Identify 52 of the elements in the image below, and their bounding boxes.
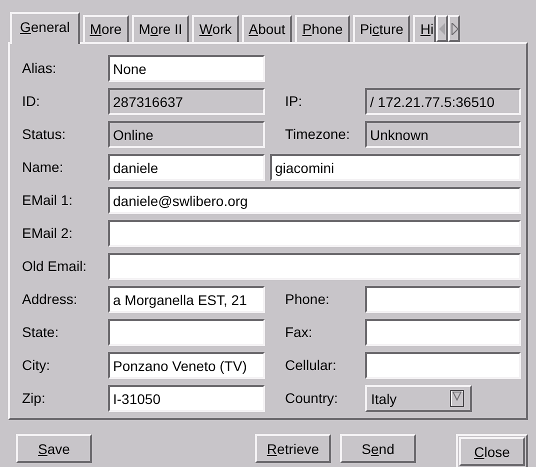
field-label: Name: (22, 158, 64, 177)
input-field[interactable] (108, 319, 265, 346)
tab[interactable]: Hi (413, 15, 436, 42)
field-label: Old Email: (22, 257, 88, 276)
country-dropdown[interactable]: Italy (365, 385, 472, 412)
dialog-button[interactable]: Save (16, 434, 92, 463)
tab[interactable]: More (82, 15, 129, 42)
input-field[interactable]: Online (108, 121, 265, 148)
input-field[interactable] (365, 286, 521, 313)
tab[interactable]: About (242, 15, 292, 42)
field-label: Alias: (22, 59, 58, 78)
dropdown-arrow-icon (452, 391, 462, 401)
field-label: State: (22, 323, 60, 342)
tab[interactable]: More II (132, 15, 190, 42)
field-label: Address: (22, 290, 78, 309)
left-arrow-icon (438, 22, 446, 34)
input-field[interactable]: Ponzano Veneto (TV) (108, 352, 265, 379)
field-label: EMail 2: (22, 224, 74, 243)
tab[interactable]: Picture (352, 15, 410, 42)
dialog-button[interactable]: Close (459, 437, 525, 466)
input-field[interactable] (365, 352, 521, 379)
input-field[interactable]: I-31050 (108, 385, 265, 412)
input-field[interactable] (108, 253, 521, 280)
field-label: Cellular: (284, 356, 338, 375)
dialog-button[interactable]: Send (340, 434, 416, 463)
scroll-right-button[interactable] (448, 15, 460, 42)
tab[interactable]: Phone (295, 15, 350, 42)
field-label: Status: (22, 125, 67, 144)
tab[interactable]: Work (192, 15, 239, 42)
field-label: Country: (284, 389, 339, 408)
input-field[interactable]: Unknown (365, 121, 521, 148)
field-label: Zip: (22, 389, 46, 408)
field-label: EMail 1: (22, 191, 74, 210)
field-label: Phone: (284, 290, 330, 309)
input-field[interactable]: giacomini (270, 154, 521, 181)
field-label: ID: (22, 92, 41, 111)
input-field[interactable]: a Morganella EST, 21 (108, 286, 265, 313)
input-field[interactable]: 287316637 (108, 88, 265, 115)
input-field[interactable]: None (108, 55, 265, 82)
input-field[interactable] (108, 220, 521, 247)
dialog-button[interactable]: Retrieve (255, 434, 331, 463)
input-field[interactable] (365, 319, 521, 346)
field-label: City: (22, 356, 51, 375)
input-field[interactable]: / 172.21.77.5:36510 (365, 88, 521, 115)
input-field[interactable]: daniele (108, 154, 265, 181)
input-field[interactable]: daniele@swlibero.org (108, 187, 521, 214)
scroll-left-button[interactable] (436, 15, 448, 42)
right-arrow-icon (450, 22, 458, 34)
field-label: IP: (284, 92, 304, 111)
field-label: Timezone: (284, 125, 351, 144)
field-label: Fax: (284, 323, 314, 342)
tab[interactable]: General (10, 12, 80, 44)
